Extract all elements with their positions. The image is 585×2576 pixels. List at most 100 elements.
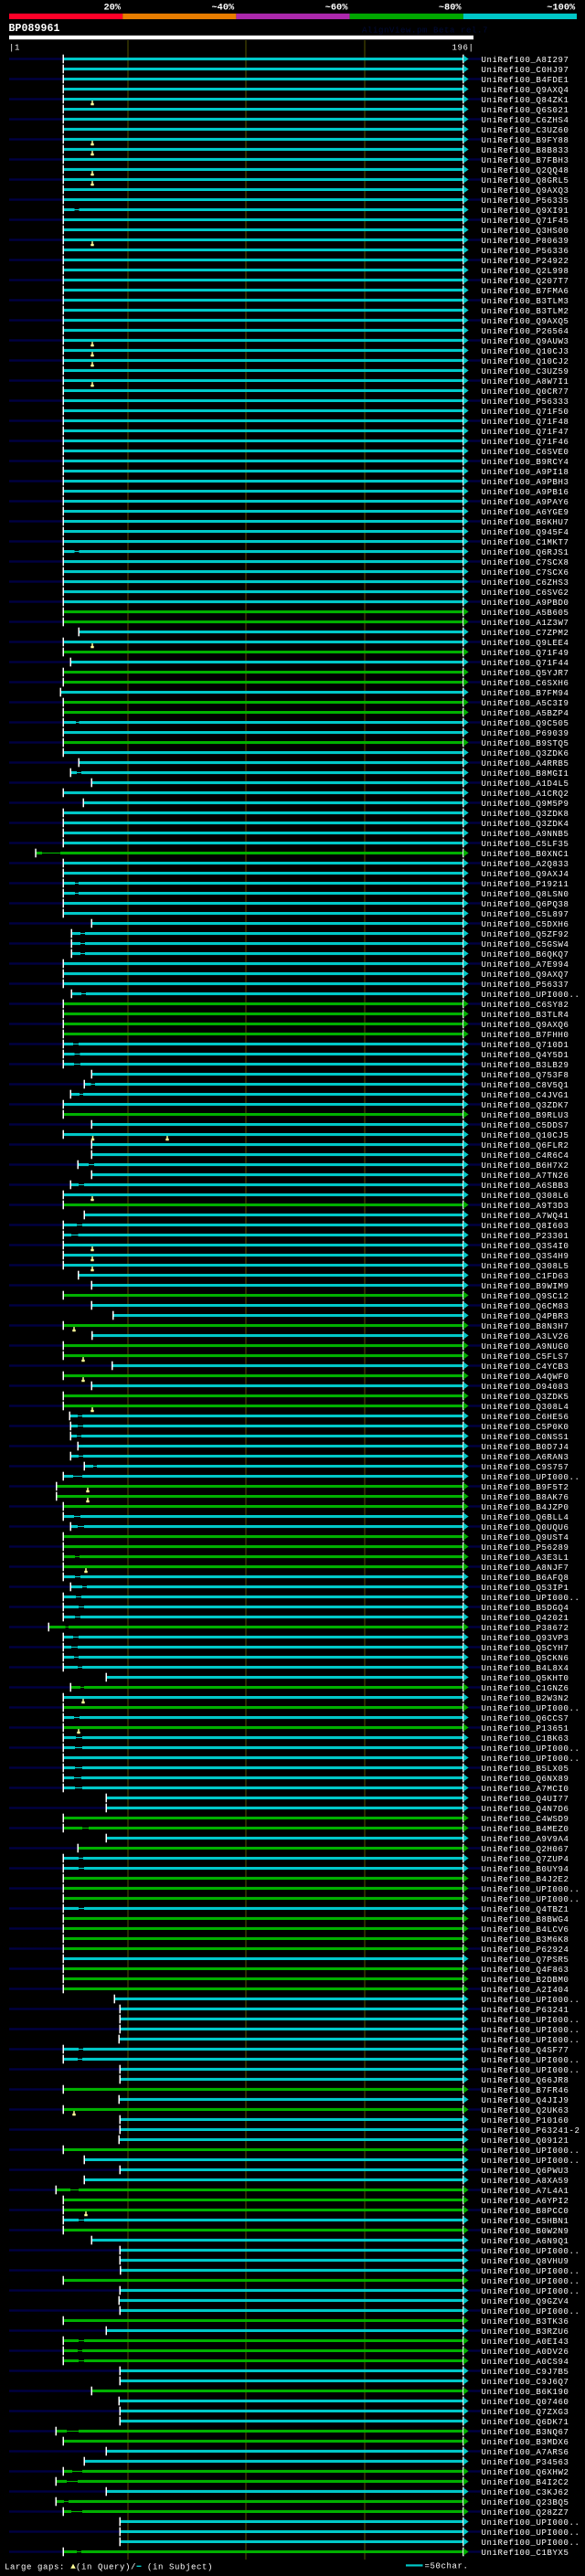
svg-text:UniRef100_P19211: UniRef100_P19211 xyxy=(482,880,569,889)
svg-text:UniRef100_A9V9A4: UniRef100_A9V9A4 xyxy=(482,1835,569,1844)
svg-text:UniRef100_Q9AUW3: UniRef100_Q9AUW3 xyxy=(482,337,569,346)
svg-text:UniRef100_A0EI43: UniRef100_A0EI43 xyxy=(482,2337,569,2347)
svg-text:UniRef100_A7E994: UniRef100_A7E994 xyxy=(482,960,569,970)
svg-text:~100%: ~100% xyxy=(547,3,576,14)
svg-text:UniRef100_B2DBM0: UniRef100_B2DBM0 xyxy=(482,1976,569,1985)
svg-text:UniRef100_Q3ZDK8: UniRef100_Q3ZDK8 xyxy=(482,810,569,819)
svg-text:UniRef100_A8XA59: UniRef100_A8XA59 xyxy=(482,2177,569,2186)
svg-text:UniRef100_B4JZP0: UniRef100_B4JZP0 xyxy=(482,1503,569,1512)
svg-text:UniRef100_B4J2E2: UniRef100_B4J2E2 xyxy=(482,1875,569,1884)
svg-text:UniRef100_B9RCY4: UniRef100_B9RCY4 xyxy=(482,458,569,467)
svg-text:UniRef100_A9PI18: UniRef100_A9PI18 xyxy=(482,468,569,477)
svg-text:UniRef100_B3MDX6: UniRef100_B3MDX6 xyxy=(482,2438,569,2447)
svg-text:UniRef100_A9PBH3: UniRef100_A9PBH3 xyxy=(482,478,569,487)
svg-text:UniRef100_Q2H067: UniRef100_Q2H067 xyxy=(482,1845,569,1854)
svg-text:UniRef100_UPI000..: UniRef100_UPI000.. xyxy=(482,1754,580,1764)
svg-text:UniRef100_Q28ZZ7: UniRef100_Q28ZZ7 xyxy=(482,2508,569,2518)
svg-text:UniRef100_C3UZ59: UniRef100_C3UZ59 xyxy=(482,367,569,376)
svg-text:UniRef100_UPI000..: UniRef100_UPI000.. xyxy=(482,2539,580,2548)
svg-text:UniRef100_C4JVG1: UniRef100_C4JVG1 xyxy=(482,1091,569,1100)
svg-text:UniRef100_Q9AXQ7: UniRef100_Q9AXQ7 xyxy=(482,970,569,980)
svg-text:UniRef100_B3M6K8: UniRef100_B3M6K8 xyxy=(482,1935,569,1945)
svg-text:UniRef100_Q3S4I0: UniRef100_Q3S4I0 xyxy=(482,1242,569,1251)
svg-text:UniRef100_P62924: UniRef100_P62924 xyxy=(482,1945,569,1955)
svg-text:UniRef100_A6N9Q1: UniRef100_A6N9Q1 xyxy=(482,2237,569,2246)
svg-text:UniRef100_UPI000..: UniRef100_UPI000.. xyxy=(482,2066,580,2075)
svg-text:~80%: ~80% xyxy=(439,3,463,14)
svg-text:UniRef100_A7L4A1: UniRef100_A7L4A1 xyxy=(482,2187,569,2196)
svg-text:UniRef100_C1GNZ6: UniRef100_C1GNZ6 xyxy=(482,1684,569,1693)
svg-text:UniRef100_UPI000..: UniRef100_UPI000.. xyxy=(482,2528,580,2538)
svg-text:UniRef100_A8I297: UniRef100_A8I297 xyxy=(482,56,569,65)
svg-text:UniRef100_Q66JR8: UniRef100_Q66JR8 xyxy=(482,2076,569,2085)
svg-text:UniRef100_Q5CKN6: UniRef100_Q5CKN6 xyxy=(482,1654,569,1663)
svg-text:UniRef100_B8BWG4: UniRef100_B8BWG4 xyxy=(482,1915,569,1924)
svg-text:UniRef100_Q9M5P9: UniRef100_Q9M5P9 xyxy=(482,800,569,809)
svg-text:UniRef100_B4FDE1: UniRef100_B4FDE1 xyxy=(482,76,569,85)
svg-text:UniRef100_A7ARS6: UniRef100_A7ARS6 xyxy=(482,2448,569,2457)
svg-text:UniRef100_B3RZU6: UniRef100_B3RZU6 xyxy=(482,2327,569,2337)
svg-text:UniRef100_C5GSW4: UniRef100_C5GSW4 xyxy=(482,940,569,949)
svg-text:UniRef100_B6H7X2: UniRef100_B6H7X2 xyxy=(482,1161,569,1171)
svg-text:UniRef100_Q10CJ2: UniRef100_Q10CJ2 xyxy=(482,357,569,366)
svg-text:UniRef100_C3UZ60: UniRef100_C3UZ60 xyxy=(482,126,569,135)
svg-text:UniRef100_B0W2N9: UniRef100_B0W2N9 xyxy=(482,2227,569,2236)
svg-text:UniRef100_Q9AXJ4: UniRef100_Q9AXJ4 xyxy=(482,870,569,879)
svg-text:UniRef100_Q84ZK1: UniRef100_Q84ZK1 xyxy=(482,96,569,105)
svg-text:UniRef100_Q4JIJ9: UniRef100_Q4JIJ9 xyxy=(482,2096,569,2105)
svg-text:UniRef100_A8NJF7: UniRef100_A8NJF7 xyxy=(482,1564,569,1573)
svg-text:UniRef100_B8N3H7: UniRef100_B8N3H7 xyxy=(482,1322,569,1331)
svg-text:UniRef100_B8AK76: UniRef100_B8AK76 xyxy=(482,1493,569,1502)
svg-text:UniRef100_B2W3N2: UniRef100_B2W3N2 xyxy=(482,1694,569,1703)
svg-text:UniRef100_C4YCB3: UniRef100_C4YCB3 xyxy=(482,1362,569,1372)
svg-text:UniRef100_A6YPI2: UniRef100_A6YPI2 xyxy=(482,2197,569,2206)
svg-text:UniRef100_UPI000..: UniRef100_UPI000.. xyxy=(482,2267,580,2276)
svg-text:UniRef100_O94083: UniRef100_O94083 xyxy=(482,1383,569,1392)
svg-text:UniRef100_B9WIM9: UniRef100_B9WIM9 xyxy=(482,1282,569,1291)
svg-text:UniRef100_C9J7B5: UniRef100_C9J7B5 xyxy=(482,2368,569,2377)
svg-text:UniRef100_UPI000..: UniRef100_UPI000.. xyxy=(482,1744,580,1754)
svg-text:UniRef100_UPI000..: UniRef100_UPI000.. xyxy=(482,1473,580,1482)
svg-text:UniRef100_Q09121: UniRef100_Q09121 xyxy=(482,2136,569,2146)
svg-text:UniRef100_Q7ZUP4: UniRef100_Q7ZUP4 xyxy=(482,1855,569,1864)
svg-text:UniRef100_A4RRB5: UniRef100_A4RRB5 xyxy=(482,759,569,769)
svg-text:UniRef100_Q308L5: UniRef100_Q308L5 xyxy=(482,1262,569,1271)
svg-text:UniRef100_B3TK36: UniRef100_B3TK36 xyxy=(482,2317,569,2327)
svg-text:UniRef100_Q3ZDK4: UniRef100_Q3ZDK4 xyxy=(482,820,569,829)
svg-text:UniRef100_Q308L6: UniRef100_Q308L6 xyxy=(482,1192,569,1201)
svg-text:UniRef100_UPI000..: UniRef100_UPI000.. xyxy=(482,2026,580,2035)
svg-text:UniRef100_A6SBB3: UniRef100_A6SBB3 xyxy=(482,1182,569,1191)
svg-text:UniRef100_B7FBH3: UniRef100_B7FBH3 xyxy=(482,156,569,165)
svg-text:UniRef100_Q07460: UniRef100_Q07460 xyxy=(482,2398,569,2407)
svg-text:UniRef100_C6SY82: UniRef100_C6SY82 xyxy=(482,1001,569,1010)
svg-text:UniRef100_P63241: UniRef100_P63241 xyxy=(482,2006,569,2015)
svg-text:UniRef100_Q6DK71: UniRef100_Q6DK71 xyxy=(482,2418,569,2427)
svg-text:UniRef100_Q6XHW2: UniRef100_Q6XHW2 xyxy=(482,2468,569,2477)
svg-text:UniRef100_P56336: UniRef100_P56336 xyxy=(482,247,569,256)
svg-text:UniRef100_Q6CM83: UniRef100_Q6CM83 xyxy=(482,1302,569,1311)
svg-text:BP089961: BP089961 xyxy=(9,23,60,35)
svg-text:UniRef100_UPI000..: UniRef100_UPI000.. xyxy=(482,2056,580,2065)
svg-text:UniRef100_B8MGI1: UniRef100_B8MGI1 xyxy=(482,769,569,779)
svg-text:UniRef100_C5DXH6: UniRef100_C5DXH6 xyxy=(482,920,569,929)
svg-text:UniRef100_Q3ZDK6: UniRef100_Q3ZDK6 xyxy=(482,749,569,758)
svg-text:UniRef100_Q71F48: UniRef100_Q71F48 xyxy=(482,418,569,427)
svg-text:UniRef100_B7FR46: UniRef100_B7FR46 xyxy=(482,2086,569,2095)
svg-text:UniRef100_B6K190: UniRef100_B6K190 xyxy=(482,2388,569,2397)
svg-text:196|: 196| xyxy=(452,44,474,53)
svg-text:UniRef100_A9PB16: UniRef100_A9PB16 xyxy=(482,488,569,497)
svg-text:UniRef100_Q0CR77: UniRef100_Q0CR77 xyxy=(482,387,569,397)
svg-text:UniRef100_A0CS94: UniRef100_A0CS94 xyxy=(482,2358,569,2367)
svg-text:UniRef100_B3TLM3: UniRef100_B3TLM3 xyxy=(482,297,569,306)
svg-text:UniRef100_UPI000..: UniRef100_UPI000.. xyxy=(482,2277,580,2286)
svg-text:UniRef100_Q207T7: UniRef100_Q207T7 xyxy=(482,277,569,286)
svg-text:UniRef100_C4WSD9: UniRef100_C4WSD9 xyxy=(482,1815,569,1824)
svg-text:UniRef100_C5DDS7: UniRef100_C5DDS7 xyxy=(482,1121,569,1130)
svg-text:UniRef100_Q9SC12: UniRef100_Q9SC12 xyxy=(482,1292,569,1301)
svg-text:UniRef100_P10160: UniRef100_P10160 xyxy=(482,2116,569,2125)
svg-text:=50char.: =50char. xyxy=(425,2562,469,2571)
svg-text:UniRef100_B0UY94: UniRef100_B0UY94 xyxy=(482,1865,569,1874)
svg-text:UniRef100_C7SCX8: UniRef100_C7SCX8 xyxy=(482,558,569,567)
svg-text:UniRef100_B4LCV6: UniRef100_B4LCV6 xyxy=(482,1925,569,1935)
svg-text:UniRef100_UPI000..: UniRef100_UPI000.. xyxy=(482,2287,580,2296)
